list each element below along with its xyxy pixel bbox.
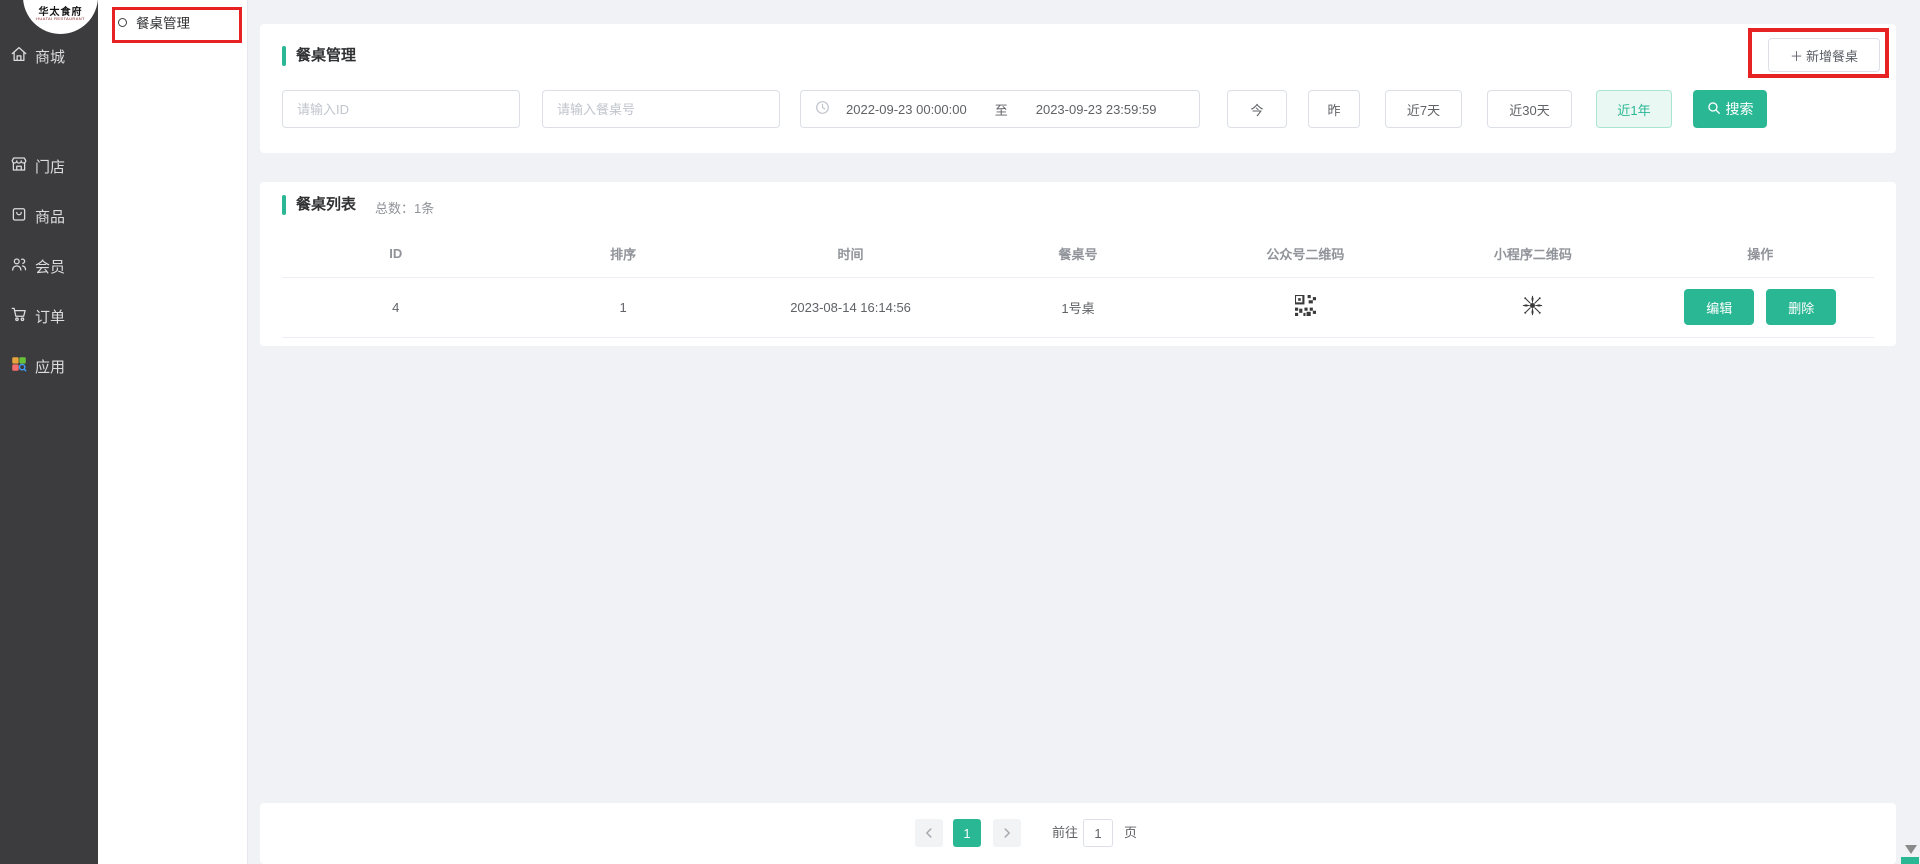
miniprogram-code-icon[interactable] (1519, 292, 1546, 322)
quick-filter-today-button[interactable]: 今 (1227, 90, 1287, 128)
quick-filter-yesterday-button[interactable]: 昨 (1308, 90, 1360, 128)
sidebar-item-label: 会员 (35, 256, 65, 277)
date-range-picker[interactable]: 2022-09-23 00:00:00 至 2023-09-23 23:59:5… (800, 90, 1200, 128)
total-count-label: 总数：1条 (375, 198, 434, 217)
sidebar-item-orders[interactable]: 订单 (0, 296, 98, 336)
add-table-button[interactable]: ＋ 新增餐桌 (1768, 38, 1880, 72)
table-number-input[interactable] (542, 90, 780, 128)
app-logo: 华太食府 HUATAI RESTAURANT (23, 0, 98, 34)
panel-title: 餐桌管理 (296, 46, 356, 66)
column-header-time: 时间 (737, 229, 964, 277)
quick-filter-30days-button[interactable]: 近30天 (1487, 90, 1572, 128)
goto-page-input[interactable] (1083, 819, 1113, 847)
column-header-miniprogram-qr: 小程序二维码 (1419, 229, 1646, 277)
add-table-button-label: 新增餐桌 (1806, 46, 1858, 65)
search-icon (1707, 101, 1721, 118)
date-end-value: 2023-09-23 23:59:59 (1036, 102, 1157, 117)
apps-icon (10, 355, 28, 377)
previous-page-button[interactable] (915, 819, 943, 847)
members-icon (10, 255, 28, 277)
sidebar-item-label: 订单 (35, 306, 65, 327)
page-number-button-active[interactable]: 1 (953, 819, 981, 847)
table-header-row: ID 排序 时间 餐桌号 公众号二维码 小程序二维码 操作 (282, 229, 1874, 278)
sidebar-item-apps[interactable]: 应用 (0, 346, 98, 386)
cell-sort: 1 (509, 277, 736, 337)
plus-icon: ＋ (1790, 46, 1803, 65)
search-button[interactable]: 搜索 (1693, 90, 1767, 128)
sidebar-item-label: 应用 (35, 356, 65, 377)
goto-page-label: 前往 (1052, 819, 1078, 847)
sidebar-item-mall[interactable]: 商城 (0, 36, 98, 76)
sidebar-item-goods[interactable]: 商品 (0, 196, 98, 236)
section-accent-bar (282, 46, 286, 66)
circle-bullet-icon (118, 18, 127, 27)
next-page-button[interactable] (993, 819, 1021, 847)
id-input[interactable] (282, 90, 520, 128)
sidebar-item-label: 门店 (35, 156, 65, 177)
date-separator: 至 (995, 100, 1008, 119)
date-start-value: 2022-09-23 00:00:00 (846, 102, 967, 117)
delete-button[interactable]: 删除 (1766, 289, 1836, 325)
edit-button[interactable]: 编辑 (1684, 289, 1754, 325)
search-button-label: 搜索 (1726, 99, 1754, 119)
quick-filter-1year-button-active[interactable]: 近1年 (1596, 90, 1672, 128)
column-header-sort: 排序 (509, 229, 736, 277)
cell-table-no: 1号桌 (964, 277, 1191, 337)
quick-filter-7days-button[interactable]: 近7天 (1385, 90, 1462, 128)
section-accent-bar (282, 195, 286, 215)
goods-icon (10, 205, 28, 227)
clock-icon (815, 100, 830, 118)
scrollbar-corner-thumb[interactable] (1901, 857, 1919, 864)
app-window: 华太食府 HUATAI RESTAURANT 商城 门店 商品 会员 订单 应用 (0, 0, 1920, 864)
pagination-bar: 1 前往 页 (260, 803, 1896, 864)
home-icon (10, 45, 28, 67)
subnav-item-table-management[interactable]: 餐桌管理 (118, 12, 190, 32)
cell-actions: 编辑 删除 (1647, 277, 1874, 337)
scrollbar-down-arrow-icon[interactable] (1905, 845, 1917, 854)
cell-id: 4 (282, 277, 509, 337)
logo-subtitle: HUATAI RESTAURANT (23, 16, 98, 21)
sidebar-item-label: 商品 (35, 206, 65, 227)
sidebar-item-members[interactable]: 会员 (0, 246, 98, 286)
column-header-actions: 操作 (1647, 229, 1874, 277)
page-unit-label: 页 (1124, 819, 1137, 847)
table-list-panel: 餐桌列表 总数：1条 ID 排序 时间 餐桌号 公众号二维码 小程序二维码 操作… (260, 182, 1896, 346)
qr-code-icon[interactable] (1295, 295, 1316, 319)
primary-sidebar: 华太食府 HUATAI RESTAURANT 商城 门店 商品 会员 订单 应用 (0, 0, 98, 864)
list-title: 餐桌列表 (296, 195, 356, 215)
table-row: 4 1 2023-08-14 16:14:56 1号桌 编辑 删除 (282, 277, 1874, 338)
column-header-id: ID (282, 229, 509, 277)
cell-miniprogram-qr (1419, 277, 1646, 337)
column-header-official-qr: 公众号二维码 (1192, 229, 1419, 277)
subnav-item-label: 餐桌管理 (136, 12, 190, 32)
chevron-left-icon (922, 826, 936, 840)
store-icon (10, 155, 28, 177)
cell-time: 2023-08-14 16:14:56 (737, 277, 964, 337)
table-management-panel: 餐桌管理 ＋ 新增餐桌 2022-09-23 00:00:00 至 2023-0… (260, 24, 1896, 153)
cart-icon (10, 305, 28, 327)
cell-official-qr (1192, 277, 1419, 337)
secondary-sidebar: 餐桌管理 (98, 0, 248, 864)
column-header-table-no: 餐桌号 (964, 229, 1191, 277)
sidebar-item-label: 商城 (35, 46, 65, 67)
sidebar-item-store[interactable]: 门店 (0, 146, 98, 186)
chevron-right-icon (1000, 826, 1014, 840)
